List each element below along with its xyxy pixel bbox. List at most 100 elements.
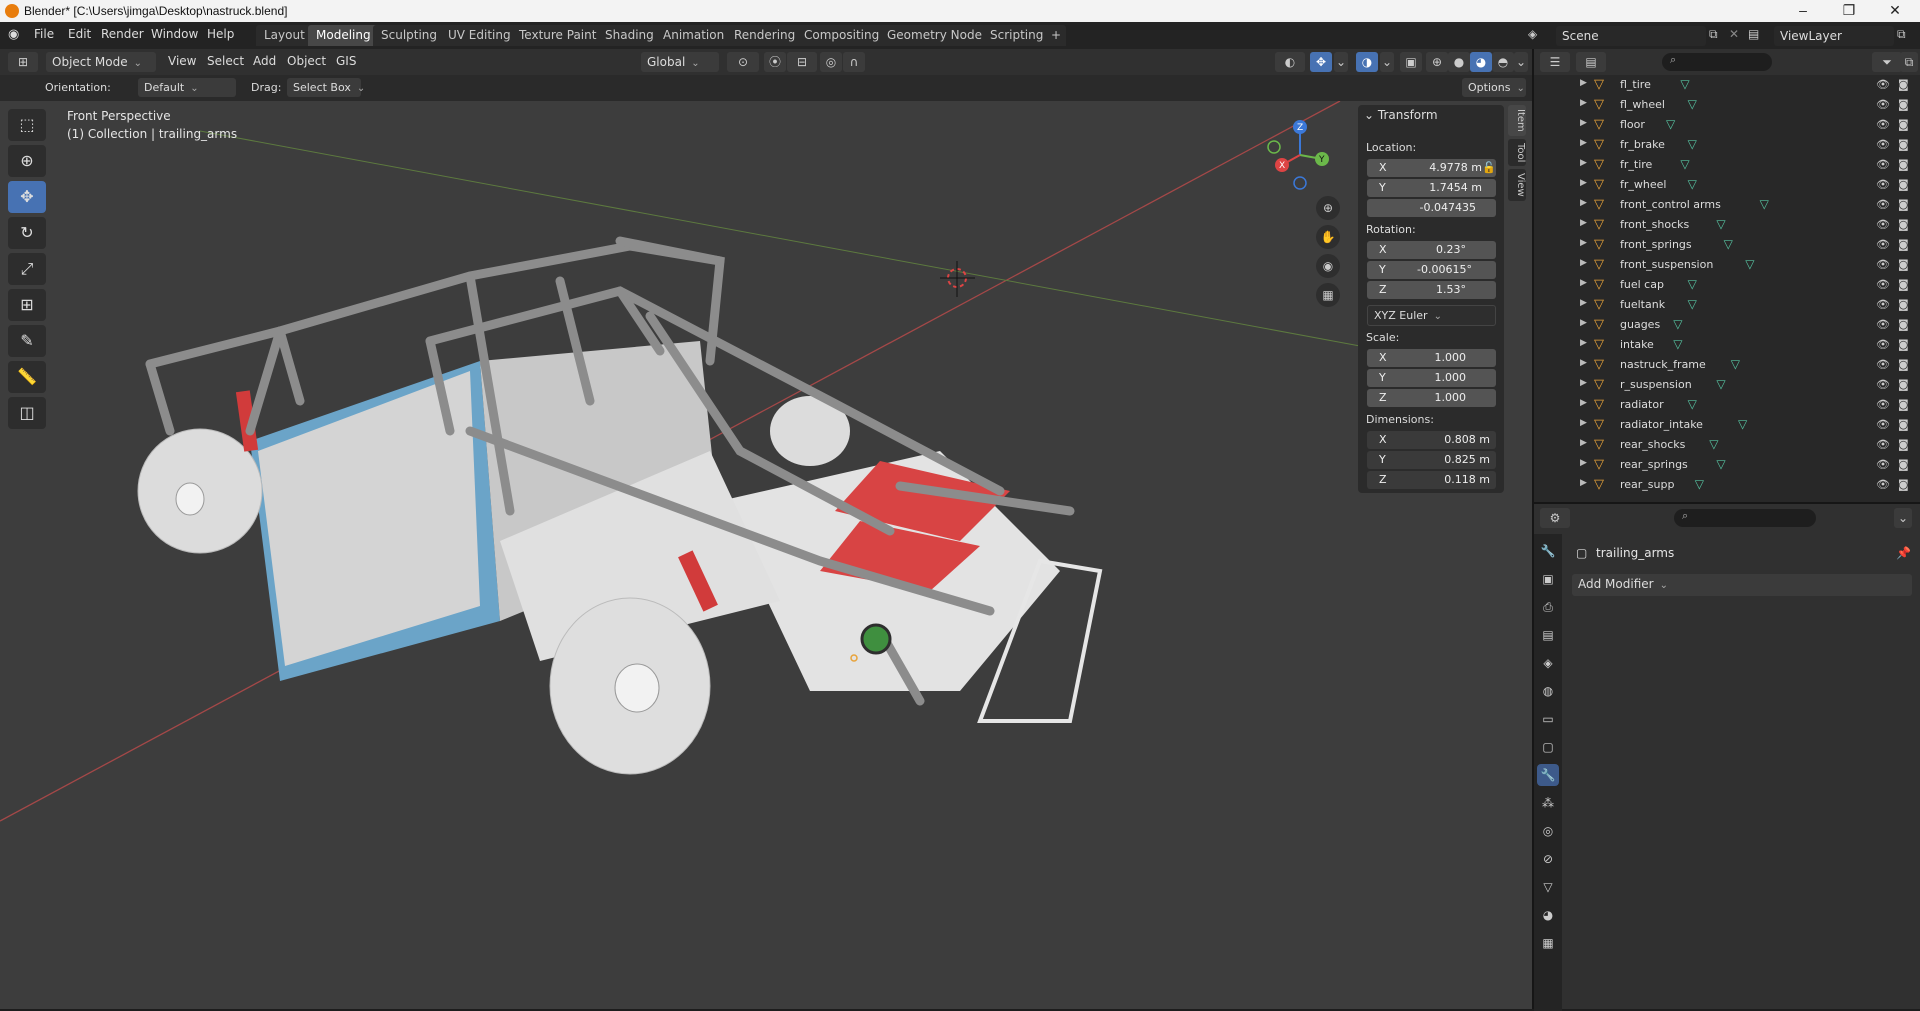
render-camera-icon[interactable]: ◙ (1898, 398, 1909, 411)
solid-shading-icon[interactable]: ● (1448, 52, 1470, 72)
visibility-eye-icon[interactable]: 👁 (1876, 318, 1890, 331)
render-camera-icon[interactable]: ◙ (1898, 438, 1909, 451)
scale-tool-icon[interactable]: ⤢ (8, 253, 46, 285)
outliner-row[interactable]: ▶ ▽ fl_wheel ▽ 👁 ◙ (1534, 95, 1920, 115)
rendered-shading-icon[interactable]: ◓ (1492, 52, 1514, 72)
expand-arrow-icon[interactable]: ▶ (1580, 258, 1587, 268)
menu-window[interactable]: Window (151, 27, 198, 41)
outliner-item-label[interactable]: radiator_intake (1620, 418, 1703, 431)
visibility-eye-icon[interactable]: 👁 (1876, 158, 1890, 171)
new-scene-icon[interactable]: ⧉ (1709, 27, 1718, 42)
gizmo-toggle-icon[interactable]: ✥ (1310, 52, 1332, 72)
expand-arrow-icon[interactable]: ▶ (1580, 198, 1587, 208)
properties-search-input[interactable]: ⌕ (1674, 509, 1816, 527)
editor-type-icon[interactable]: ⊞ (8, 52, 38, 72)
pivot-point-icon[interactable]: ⊙ (727, 52, 759, 72)
3d-viewport[interactable]: Front Perspective (1) Collection | trail… (0, 101, 1532, 1009)
outliner-row[interactable]: ▶ ▽ guages ▽ 👁 ◙ (1534, 315, 1920, 335)
constraint-properties-icon[interactable]: ⊘ (1537, 848, 1559, 870)
location-y-field[interactable]: Y 1.7454 m (1367, 179, 1496, 197)
menu-edit[interactable]: Edit (68, 27, 91, 41)
blender-menu-icon[interactable]: ◉ (8, 27, 19, 42)
navigation-gizmo[interactable]: Z Y X (1260, 115, 1340, 195)
tab-scripting[interactable]: Scripting (982, 25, 1052, 46)
tool-properties-icon[interactable]: 🔧 (1537, 540, 1559, 562)
outliner-item-label[interactable]: fueltank (1620, 298, 1665, 311)
render-camera-icon[interactable]: ◙ (1898, 378, 1909, 391)
mesh-data-icon[interactable]: ▽ (1688, 177, 1697, 191)
tab-layout[interactable]: Layout (256, 25, 313, 46)
mesh-data-icon[interactable]: ▽ (1745, 257, 1754, 271)
expand-arrow-icon[interactable]: ▶ (1580, 458, 1587, 468)
outliner-editor-type-icon[interactable]: ☰ (1540, 52, 1570, 72)
render-camera-icon[interactable]: ◙ (1898, 318, 1909, 331)
render-camera-icon[interactable]: ◙ (1898, 338, 1909, 351)
overlay-dropdown-icon[interactable]: ⌄ (1380, 52, 1394, 72)
outliner-row[interactable]: ▶ ▽ nastruck_frame ▽ 👁 ◙ (1534, 355, 1920, 375)
outliner-item-label[interactable]: fr_wheel (1620, 178, 1666, 191)
visibility-eye-icon[interactable]: 👁 (1876, 78, 1890, 91)
expand-arrow-icon[interactable]: ▶ (1580, 478, 1587, 488)
visibility-eye-icon[interactable]: 👁 (1876, 478, 1890, 491)
menu-render[interactable]: Render (101, 27, 144, 41)
mesh-data-icon[interactable]: ▽ (1666, 117, 1675, 131)
add-modifier-dropdown[interactable]: Add Modifier (1572, 574, 1912, 596)
visibility-eye-icon[interactable]: 👁 (1876, 398, 1890, 411)
object-properties-icon[interactable]: ▢ (1537, 736, 1559, 758)
mesh-data-icon[interactable]: ▽ (1716, 377, 1725, 391)
outliner-search-input[interactable]: ⌕ (1662, 53, 1772, 71)
output-properties-icon[interactable]: ⎙ (1537, 596, 1559, 618)
tab-rendering[interactable]: Rendering (726, 25, 804, 46)
outliner-row[interactable]: ▶ ▽ radiator ▽ 👁 ◙ (1534, 395, 1920, 415)
visibility-eye-icon[interactable]: 👁 (1876, 138, 1890, 151)
outliner-row[interactable]: ▶ ▽ fuel cap ▽ 👁 ◙ (1534, 275, 1920, 295)
texture-properties-icon[interactable]: ▦ (1537, 932, 1559, 954)
snap-toggle-icon[interactable]: ⦿ (764, 52, 786, 72)
expand-arrow-icon[interactable]: ▶ (1580, 78, 1587, 88)
render-camera-icon[interactable]: ◙ (1898, 478, 1909, 491)
render-camera-icon[interactable]: ◙ (1898, 138, 1909, 151)
render-camera-icon[interactable]: ◙ (1898, 298, 1909, 311)
collection-properties-icon[interactable]: ▭ (1537, 708, 1559, 730)
mesh-data-icon[interactable]: ▽ (1709, 437, 1718, 451)
outliner-item-label[interactable]: front_suspension (1620, 258, 1713, 271)
outliner-item-label[interactable]: radiator (1620, 398, 1664, 411)
scale-x-field[interactable]: X 1.000 (1367, 349, 1496, 367)
filter-icon[interactable]: ⏷ (1872, 52, 1902, 72)
mesh-data-icon[interactable]: ▽ (1688, 277, 1697, 291)
location-x-field[interactable]: X 4.9778 m (1367, 159, 1496, 177)
visibility-eye-icon[interactable]: 👁 (1876, 298, 1890, 311)
tab-tool[interactable]: Tool (1508, 138, 1526, 167)
gizmo-dropdown-icon[interactable]: ⌄ (1334, 52, 1348, 72)
outliner-item-label[interactable]: floor (1620, 118, 1645, 131)
expand-arrow-icon[interactable]: ▶ (1580, 218, 1587, 228)
ortho-toggle-icon[interactable]: ▦ (1316, 283, 1340, 307)
rotation-x-field[interactable]: X 0.23° (1367, 241, 1496, 259)
view-layer-selector[interactable]: ViewLayer (1774, 26, 1894, 46)
expand-arrow-icon[interactable]: ▶ (1580, 138, 1587, 148)
menu-gis[interactable]: GIS (336, 54, 356, 68)
outliner-row[interactable]: ▶ ▽ front_control arms ▽ 👁 ◙ (1534, 195, 1920, 215)
mesh-data-icon[interactable]: ▽ (1695, 477, 1704, 491)
visibility-eye-icon[interactable]: 👁 (1876, 218, 1890, 231)
menu-add[interactable]: Add (253, 54, 276, 68)
mesh-data-icon[interactable]: ▽ (1688, 137, 1697, 151)
move-tool-icon[interactable]: ✥ (8, 181, 46, 213)
pin-icon[interactable]: 📌 (1896, 546, 1911, 560)
dimensions-x-field[interactable]: X 0.808 m (1367, 431, 1496, 449)
outliner-row[interactable]: ▶ ▽ rear_supp ▽ 👁 ◙ (1534, 475, 1920, 495)
tab-item[interactable]: Item (1508, 105, 1526, 136)
rotate-tool-icon[interactable]: ↻ (8, 217, 46, 249)
overlay-toggle-icon[interactable]: ◑ (1356, 52, 1378, 72)
render-camera-icon[interactable]: ◙ (1898, 218, 1909, 231)
render-camera-icon[interactable]: ◙ (1898, 238, 1909, 251)
outliner-item-label[interactable]: front_springs (1620, 238, 1692, 251)
expand-arrow-icon[interactable]: ▶ (1580, 318, 1587, 328)
rotation-mode-selector[interactable]: XYZ Euler (1367, 305, 1496, 326)
visibility-eye-icon[interactable]: 👁 (1876, 258, 1890, 271)
modifier-properties-icon[interactable]: 🔧 (1537, 764, 1559, 786)
expand-arrow-icon[interactable]: ▶ (1580, 178, 1587, 188)
menu-help[interactable]: Help (207, 27, 234, 41)
wireframe-shading-icon[interactable]: ⊕ (1426, 52, 1448, 72)
render-camera-icon[interactable]: ◙ (1898, 78, 1909, 91)
